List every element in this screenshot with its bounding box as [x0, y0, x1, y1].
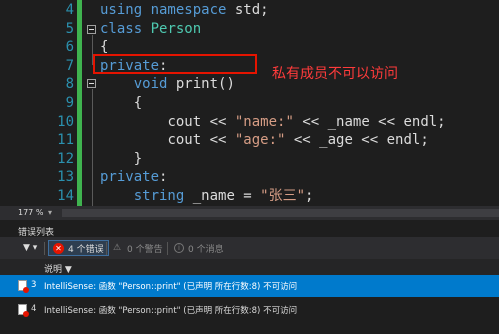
code-line[interactable]: string _name = "张三"; [100, 187, 314, 206]
line-number: 8 [65, 76, 74, 93]
code-line[interactable]: using namespace std; [100, 1, 269, 20]
warnings-filter-button[interactable]: ⚠ 0 个警告 [109, 240, 167, 256]
error-file-icon [18, 304, 29, 317]
row-description: IntelliSense: 函数 "Person::print" (已声明 所在… [44, 306, 298, 316]
code-token: string [133, 188, 185, 204]
table-row[interactable]: 3 IntelliSense: 函数 "Person::print" (已声明 … [0, 275, 499, 297]
code-line[interactable]: } [100, 150, 142, 169]
errors-label: 4 个错误 [68, 244, 104, 255]
code-token: "name:" [234, 113, 294, 130]
code-token: using namespace [100, 2, 227, 18]
code-token: "张三" [260, 188, 306, 204]
error-list-toolbar: ▼ ▾ ✕ 4 个错误 ⚠ 0 个警告 i 0 个消息 [0, 237, 499, 259]
row-number: 4 [31, 304, 37, 314]
code-token: "age:" [234, 132, 286, 149]
zoom-level[interactable]: 177 % [18, 208, 43, 217]
highlight-box [93, 54, 257, 74]
code-token: print() [167, 76, 235, 93]
code-token: { [100, 39, 109, 56]
code-token: ; [305, 188, 314, 204]
column-header-label: 说明 [44, 265, 63, 275]
code-token: _name = [184, 188, 261, 204]
code-token: class [100, 20, 143, 37]
info-icon: i [174, 243, 184, 253]
code-line[interactable]: void print() [100, 75, 235, 94]
annotation-text: 私有成员不可以访问 [272, 66, 398, 82]
line-number: 9 [65, 95, 74, 111]
table-row[interactable]: 4 IntelliSense: 函数 "Person::print" (已声明 … [0, 299, 499, 321]
warnings-label: 0 个警告 [127, 244, 163, 255]
code-token: << _age << endl; [285, 132, 429, 149]
code-token: Person [150, 20, 202, 37]
line-number: 4 [65, 2, 74, 18]
code-line[interactable]: cout << "age:" << _age << endl; [100, 131, 429, 150]
code-token: std; [226, 2, 269, 18]
code-line[interactable]: cout << "name:" << _name << endl; [100, 113, 446, 132]
panel-empty-area [0, 319, 499, 334]
line-number: 10 [57, 113, 74, 130]
collapse-function-icon[interactable] [87, 79, 96, 88]
separator [167, 242, 168, 255]
error-icon: ✕ [53, 242, 64, 254]
code-token: { [133, 95, 143, 111]
separator [44, 242, 45, 255]
editor-status-bar: 177 % ▾ [0, 206, 499, 220]
horizontal-scrollbar[interactable] [62, 209, 499, 217]
code-token: cout << [167, 113, 235, 130]
messages-filter-button[interactable]: i 0 个消息 [170, 240, 228, 256]
row-number: 3 [31, 280, 37, 290]
code-token: cout << [167, 132, 235, 149]
sort-chevron-icon: ▼ [64, 265, 72, 275]
line-number: 5 [65, 20, 74, 37]
messages-label: 0 个消息 [188, 244, 224, 255]
code-line[interactable]: private: [100, 168, 167, 187]
code-line[interactable]: class Person [100, 20, 201, 39]
error-list-header: 说明 ▼ [0, 259, 499, 275]
line-number: 13 [57, 169, 74, 186]
error-file-icon [18, 280, 29, 293]
row-description: IntelliSense: 函数 "Person::print" (已声明 所在… [44, 282, 298, 292]
separator [106, 242, 107, 255]
code-token: : [159, 169, 168, 186]
chevron-down-icon[interactable]: ▾ [48, 208, 52, 217]
code-token: << _name << endl; [293, 113, 446, 130]
errors-filter-button[interactable]: ✕ 4 个错误 [48, 240, 109, 256]
line-number: 14 [57, 188, 74, 204]
code-token: void [133, 76, 168, 93]
line-number: 6 [65, 39, 74, 56]
fold-guide [92, 89, 93, 206]
filter-icon[interactable]: ▼ ▾ [23, 243, 37, 253]
code-editor[interactable]: 4 5 6 7 8 9 10 11 12 13 14 using namespace std; cla… [0, 0, 499, 206]
code-token: } [133, 150, 143, 167]
code-token: private [100, 169, 160, 186]
warning-icon: ⚠ [113, 243, 122, 253]
code-line[interactable]: { [100, 94, 142, 113]
line-number: 11 [57, 132, 74, 149]
collapse-class-icon[interactable] [87, 25, 96, 34]
error-list-title-bar: 错误列表 [0, 220, 499, 238]
line-number: 7 [65, 57, 74, 74]
changed-lines-bar [77, 0, 82, 206]
line-number: 12 [57, 150, 74, 167]
column-header-description[interactable]: 说明 ▼ [44, 262, 72, 275]
